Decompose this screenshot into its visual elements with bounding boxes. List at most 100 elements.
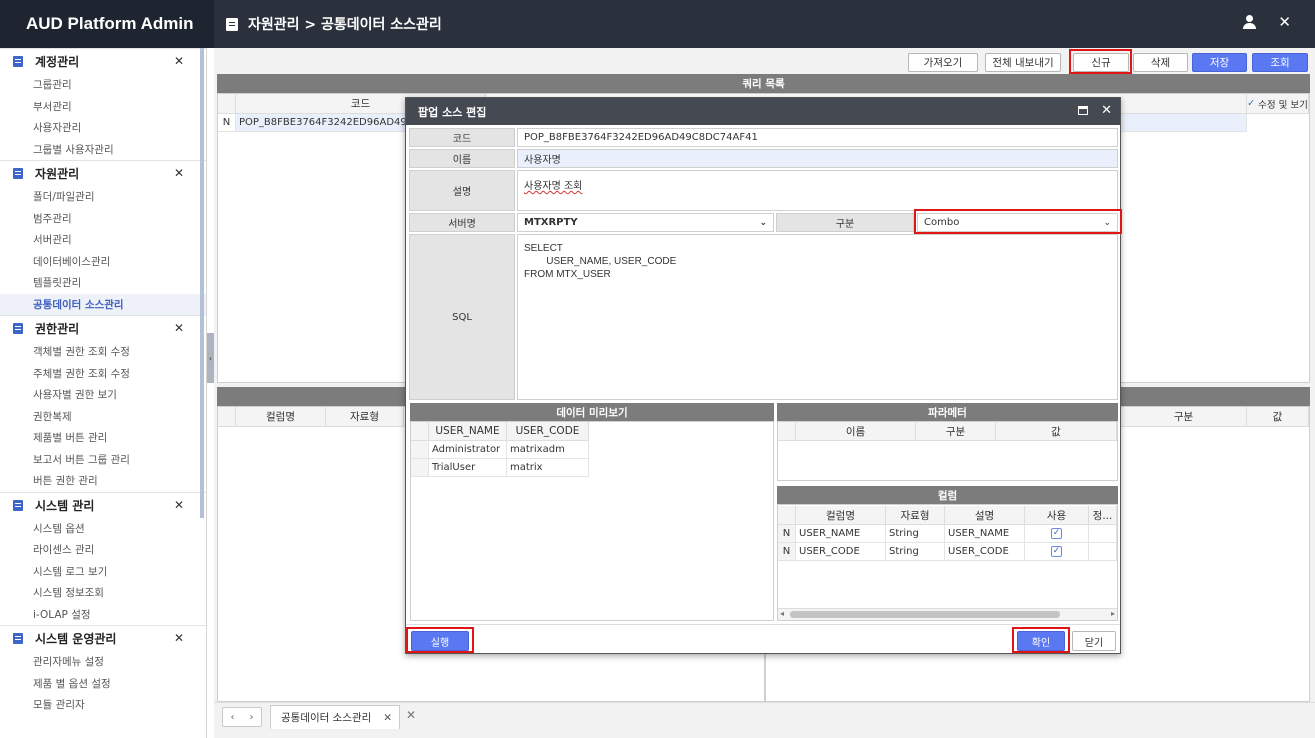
column-desc-cell[interactable]: USER_CODE [945, 543, 1025, 561]
description-field[interactable]: 사용자명 조회 [517, 170, 1118, 211]
chevron-right-icon[interactable]: › [250, 712, 254, 723]
columns-col-name[interactable]: 컬럼명 [796, 506, 886, 525]
sidebar-scrollbar[interactable] [200, 48, 204, 518]
run-button[interactable]: 실행 [411, 631, 469, 651]
save-button[interactable]: 저장 [1192, 53, 1247, 72]
sidebar-item[interactable]: 주체별 권한 조회 수정 [0, 363, 206, 385]
import-button[interactable]: 가져오기 [908, 53, 978, 72]
use-checkbox[interactable]: ✓ [1051, 546, 1062, 557]
sidebar-item[interactable]: 모듈 관리자 [0, 694, 206, 716]
column-extra-cell[interactable] [1089, 525, 1117, 543]
columns-hscrollbar[interactable]: ◂ ▸ [778, 608, 1117, 620]
scroll-left-icon[interactable]: ◂ [780, 609, 784, 618]
sidebar-item[interactable]: 시스템 정보조회 [0, 582, 206, 604]
close-all-tabs-icon[interactable]: ✕ [406, 708, 416, 722]
tab-common-data-source[interactable]: 공통데이터 소스관리 ✕ [270, 705, 400, 729]
preview-col-user-code[interactable]: USER_CODE [507, 422, 589, 441]
sidebar-item[interactable]: 부서관리 [0, 96, 206, 118]
columns-col-desc[interactable]: 설명 [945, 506, 1025, 525]
maximize-icon[interactable] [1078, 106, 1088, 115]
col-data-type[interactable]: 자료형 [326, 407, 404, 427]
tab-nav[interactable]: ‹ › [222, 707, 262, 727]
close-button[interactable]: 닫기 [1072, 631, 1116, 651]
sidebar-item[interactable]: 보고서 버튼 그룹 관리 [0, 449, 206, 471]
sidebar-section-header[interactable]: 시스템 운영관리 ✕ [0, 625, 206, 651]
sidebar-item[interactable]: 그룹관리 [0, 74, 206, 96]
close-section-icon[interactable]: ✕ [174, 498, 184, 512]
close-section-icon[interactable]: ✕ [174, 321, 184, 335]
name-field[interactable]: 사용자명 [517, 149, 1118, 168]
col-column-name[interactable]: 컬럼명 [236, 407, 326, 427]
columns-col-type[interactable]: 자료형 [886, 506, 945, 525]
col-type[interactable]: 구분 [1121, 407, 1247, 427]
sidebar-item[interactable]: 서버관리 [0, 229, 206, 251]
sidebar-item[interactable]: 객체별 권한 조회 수정 [0, 341, 206, 363]
column-use-cell[interactable]: ✓ [1025, 543, 1089, 561]
close-dialog-icon[interactable]: ✕ [1101, 103, 1112, 118]
sidebar-section-header[interactable]: 계정관리 ✕ [0, 48, 206, 74]
use-checkbox[interactable]: ✓ [1051, 528, 1062, 539]
sidebar-item[interactable]: 제품별 버튼 관리 [0, 427, 206, 449]
close-section-icon[interactable]: ✕ [174, 166, 184, 180]
column-desc-cell[interactable]: USER_NAME [945, 525, 1025, 543]
sql-editor[interactable]: SELECT USER_NAME, USER_CODE FROM MTX_USE… [517, 234, 1118, 400]
table-row-cell[interactable] [1121, 114, 1247, 132]
close-tab-icon[interactable]: ✕ [383, 712, 392, 724]
preview-cell[interactable]: Administrator [429, 441, 507, 459]
sidebar-item[interactable]: 시스템 로그 보기 [0, 561, 206, 583]
column-type-cell[interactable]: String [886, 525, 945, 543]
sidebar-item[interactable]: 사용자별 권한 보기 [0, 384, 206, 406]
code-field[interactable]: POP_B8FBE3764F3242ED96AD49C8DC74AF41 [517, 128, 1118, 147]
sidebar-item[interactable]: 라이센스 관리 [0, 539, 206, 561]
new-button[interactable]: 신규 [1073, 53, 1129, 72]
preview-cell[interactable]: TrialUser [429, 459, 507, 477]
sidebar-section-header[interactable]: 시스템 관리 ✕ [0, 491, 206, 518]
export-all-button[interactable]: 전체 내보내기 [985, 53, 1061, 72]
col-value[interactable]: 값 [1247, 407, 1309, 427]
sidebar-item[interactable]: 버튼 권한 관리 [0, 470, 206, 492]
column-type-cell[interactable]: String [886, 543, 945, 561]
col-edit-view[interactable]: ✓ 수정 및 보기 [1247, 94, 1309, 114]
search-button[interactable]: 조회 [1252, 53, 1308, 72]
sidebar-item[interactable]: 제품 별 옵션 설정 [0, 673, 206, 695]
scroll-right-icon[interactable]: ▸ [1111, 609, 1115, 618]
column-use-cell[interactable]: ✓ [1025, 525, 1089, 543]
sidebar-item[interactable]: 권한복제 [0, 406, 206, 428]
sidebar-section-header[interactable]: 자원관리 ✕ [0, 160, 206, 186]
preview-col-user-name[interactable]: USER_NAME [429, 422, 507, 441]
params-col-type[interactable]: 구분 [916, 422, 996, 441]
server-select[interactable]: MTXRPTY ⌄ [517, 213, 774, 232]
column-name-cell[interactable]: USER_NAME [796, 525, 886, 543]
preview-cell[interactable]: matrix [507, 459, 589, 477]
user-icon[interactable] [1242, 15, 1257, 29]
sidebar-section-header[interactable]: 권한관리 ✕ [0, 315, 206, 341]
columns-col-more[interactable]: 정... [1089, 506, 1117, 525]
sidebar-item[interactable]: 템플릿관리 [0, 272, 206, 294]
columns-col-use[interactable]: 사용 [1025, 506, 1089, 525]
type-select[interactable]: Combo ⌄ [917, 213, 1118, 232]
sidebar-item[interactable]: 폴더/파일관리 [0, 186, 206, 208]
sidebar-item[interactable]: i-OLAP 설정 [0, 604, 206, 626]
preview-cell[interactable]: matrixadm [507, 441, 589, 459]
close-section-icon[interactable]: ✕ [174, 54, 184, 68]
params-col-value[interactable]: 값 [996, 422, 1117, 441]
sidebar-item[interactable]: 그룹별 사용자관리 [0, 139, 206, 161]
delete-button[interactable]: 삭제 [1133, 53, 1188, 72]
ok-button[interactable]: 확인 [1017, 631, 1065, 651]
column-name-cell[interactable]: USER_CODE [796, 543, 886, 561]
sidebar-item[interactable]: 데이터베이스관리 [0, 251, 206, 273]
close-icon[interactable]: ✕ [1278, 15, 1291, 30]
scroll-thumb[interactable] [790, 611, 1060, 618]
sidebar-item[interactable]: 관리자메뉴 설정 [0, 651, 206, 673]
description-text: 사용자명 조회 [524, 181, 583, 192]
chevron-left-icon[interactable]: ‹ [231, 712, 235, 723]
sidebar-item[interactable]: 공통데이터 소스관리 [0, 293, 206, 315]
sidebar-item[interactable]: 시스템 옵션 [0, 518, 206, 540]
column-extra-cell[interactable] [1089, 543, 1117, 561]
collapse-sidebar-handle[interactable]: ‹ [207, 333, 214, 383]
sidebar-item[interactable]: 범주관리 [0, 208, 206, 230]
params-col-name[interactable]: 이름 [796, 422, 916, 441]
table-row[interactable]: POP_B8FBE3764F3242ED96AD49C8DC74AF41 [236, 114, 416, 132]
close-section-icon[interactable]: ✕ [174, 631, 184, 645]
sidebar-item[interactable]: 사용자관리 [0, 117, 206, 139]
